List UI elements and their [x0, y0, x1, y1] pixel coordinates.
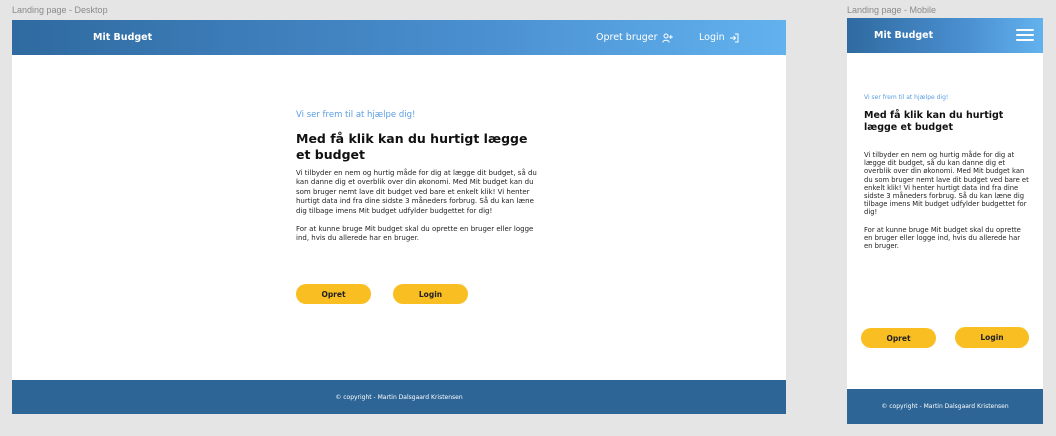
- create-button[interactable]: Opret: [296, 284, 371, 304]
- mobile-copyright-text: © copyright - Martin Dalsgaard Kristense…: [881, 403, 1009, 410]
- mobile-login-button[interactable]: Login: [955, 327, 1029, 348]
- mobile-tagline: Vi ser frem til at hjælpe dig!: [864, 94, 949, 101]
- mobile-navbar: Mit Budget: [847, 18, 1043, 53]
- desktop-frame-label: Landing page - Desktop: [12, 5, 108, 15]
- nav-create-user-link[interactable]: Opret bruger: [596, 32, 673, 43]
- desktop-navbar: Mit Budget Opret bruger Login: [12, 20, 786, 55]
- nav-create-user-label: Opret bruger: [596, 32, 658, 43]
- hamburger-menu-icon[interactable]: [1016, 29, 1034, 41]
- mobile-create-button[interactable]: Opret: [861, 328, 936, 348]
- mobile-footer: © copyright - Martin Dalsgaard Kristense…: [847, 389, 1043, 424]
- desktop-main-content: Vi ser frem til at hjælpe dig! Med få kl…: [296, 110, 544, 244]
- nav-login-label: Login: [699, 32, 725, 43]
- mobile-signup-paragraph: For at kunne bruge Mit budget skal du op…: [864, 225, 1021, 251]
- page-title: Med få klik kan du hurtigt lægge et budg…: [296, 131, 528, 162]
- mobile-main-content: Vi ser frem til at hjælpe dig! Med få kl…: [864, 94, 1030, 250]
- mobile-frame-label: Landing page - Mobile: [847, 5, 937, 15]
- desktop-footer: © copyright - Martin Dalsgaard Kristense…: [12, 380, 786, 414]
- brand-logo[interactable]: Mit Budget: [93, 32, 152, 43]
- mobile-frame: Mit Budget Vi ser frem til at hjælpe dig…: [847, 18, 1043, 424]
- desktop-frame: Mit Budget Opret bruger Login Vi ser fre…: [12, 20, 786, 414]
- mobile-page-title: Med få klik kan du hurtigt lægge et budg…: [864, 110, 1004, 133]
- tagline: Vi ser frem til at hjælpe dig!: [296, 110, 416, 120]
- intro-paragraph: Vi tilbyder en nem og hurtig måde for di…: [296, 169, 537, 215]
- mobile-brand-logo[interactable]: Mit Budget: [874, 30, 933, 41]
- login-button[interactable]: Login: [393, 284, 468, 304]
- user-plus-icon: [661, 33, 673, 43]
- copyright-text: © copyright - Martin Dalsgaard Kristense…: [335, 393, 463, 401]
- nav-login-link[interactable]: Login: [699, 32, 739, 43]
- login-arrow-icon: [729, 33, 739, 42]
- mobile-intro-paragraph: Vi tilbyder en nem og hurtig måde for di…: [864, 151, 1029, 217]
- signup-paragraph: For at kunne bruge Mit budget skal du op…: [296, 225, 534, 243]
